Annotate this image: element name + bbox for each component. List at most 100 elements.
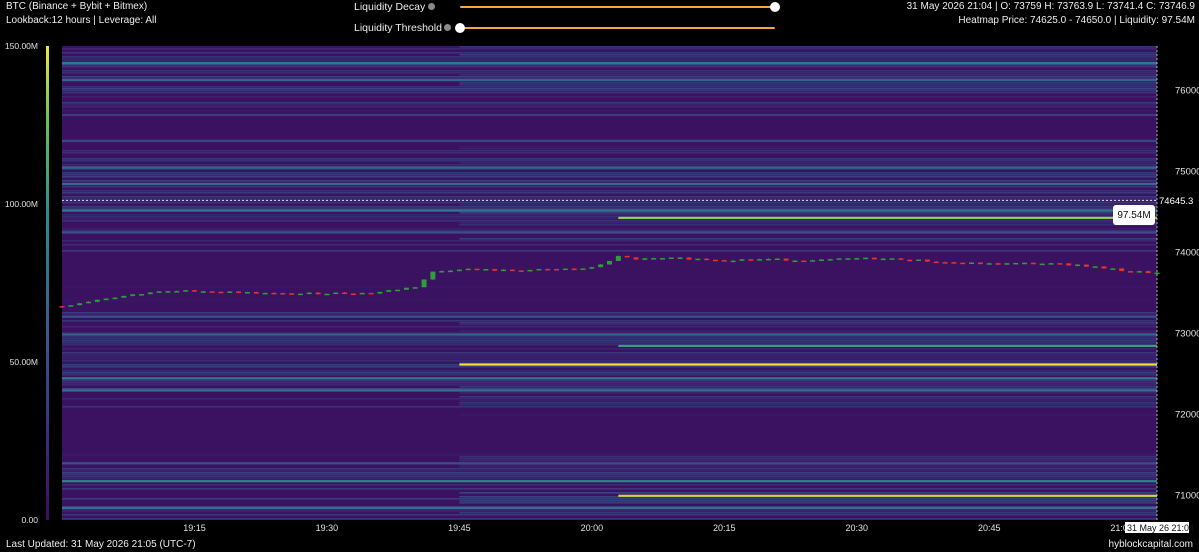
candle-down	[907, 259, 913, 262]
time-tick-label: 20:45	[978, 523, 1001, 533]
candle-up	[642, 258, 648, 260]
heatmap-row	[62, 56, 1157, 58]
heatmap-row	[62, 58, 1157, 60]
candle-up	[969, 262, 975, 265]
candle-up	[730, 260, 736, 263]
price-tick-label: 75000.0	[1175, 167, 1199, 178]
heatmap-row	[62, 382, 1157, 384]
candle-up	[854, 258, 860, 260]
candle-up	[598, 264, 604, 268]
heatmap-row	[62, 102, 1157, 104]
candle-up	[333, 292, 339, 295]
liquidity-band	[62, 480, 1157, 483]
heatmap-row	[62, 476, 1157, 478]
liquidation-heatmap-chart[interactable]: 0.00 50.00M 100.00M 150.00M 71000.0 72000.0 7…	[0, 0, 1199, 552]
candle-down	[1145, 271, 1151, 274]
heatmap-plot-area	[62, 46, 1157, 520]
liquidity-band	[62, 315, 1157, 318]
candle-down	[924, 259, 930, 262]
liquidity-band	[618, 216, 1157, 219]
heatmap-row	[62, 60, 1157, 62]
heatmap-row	[62, 86, 1157, 88]
candle-up	[1013, 262, 1019, 265]
candle-up	[1110, 268, 1116, 270]
heatmap-row	[62, 352, 1157, 354]
heatmap-row	[62, 70, 1157, 72]
heatmap-row	[459, 132, 1157, 134]
heatmap-row	[62, 192, 1157, 194]
heatmap-row	[62, 484, 1157, 486]
heatmap-row	[62, 302, 1157, 304]
heatmap-row	[62, 374, 1157, 376]
heatmap-row	[62, 372, 1157, 374]
heatmap-row	[62, 498, 1157, 500]
heatmap-row	[62, 48, 1157, 50]
candle-up	[85, 301, 91, 304]
heatmap-row	[62, 150, 1157, 152]
heatmap-row	[62, 472, 1157, 474]
candle-up	[916, 259, 922, 262]
heatmap-row	[62, 468, 1157, 470]
brand-link[interactable]: hyblockcapital.com	[1109, 539, 1193, 550]
heatmap-row	[62, 348, 1157, 350]
heatmap-row	[62, 398, 1157, 400]
candle-down	[898, 258, 904, 260]
heatmap-row	[62, 268, 1157, 270]
heatmap-row	[459, 330, 1157, 332]
candle-up	[262, 292, 268, 295]
candle-up	[845, 258, 851, 260]
candle-down	[871, 257, 877, 260]
heatmap-row	[459, 414, 1157, 416]
candle-up	[765, 258, 771, 261]
candle-up	[138, 294, 144, 296]
heatmap-row	[62, 208, 1157, 210]
candle-up	[863, 257, 869, 260]
candle-down	[942, 262, 948, 264]
candle-up	[986, 263, 992, 265]
liquidity-band	[62, 182, 1157, 185]
candle-up	[810, 260, 816, 262]
heatmap-row	[62, 452, 1157, 454]
candle-down	[951, 262, 957, 264]
candle-up	[1048, 263, 1054, 265]
liquidity-band	[459, 363, 1157, 366]
liquidity-band	[62, 389, 1157, 392]
heatmap-row	[62, 308, 1157, 310]
price-tick-label: 72000.0	[1175, 410, 1199, 421]
candle-up	[668, 257, 674, 260]
liquidity-band	[62, 113, 1157, 117]
candle-down	[977, 262, 983, 265]
heatmap-row	[62, 64, 1157, 66]
crosshair-time-label: 31 May 26 21:04	[1127, 523, 1194, 533]
heatmap-row	[62, 92, 1157, 94]
heatmap-row	[62, 454, 1157, 456]
liquidity-band	[62, 462, 1157, 465]
heatmap-row	[62, 196, 1157, 198]
heatmap-row	[459, 466, 1157, 468]
candle-up	[200, 291, 206, 293]
candle-up	[483, 269, 489, 271]
candle-up	[1075, 264, 1081, 267]
candle-down	[721, 260, 727, 262]
candle-down	[1083, 264, 1089, 267]
heatmap-row	[62, 202, 1157, 204]
heatmap-row	[62, 66, 1157, 68]
candle-up	[324, 293, 330, 296]
candle-up	[439, 271, 445, 273]
heatmap-row	[62, 176, 1157, 178]
candle-up	[430, 271, 436, 280]
candle-down	[748, 259, 754, 261]
liquidity-band	[618, 344, 1157, 347]
candle-down	[545, 268, 551, 271]
heatmap-row	[459, 392, 1157, 394]
candle-down	[271, 292, 277, 295]
candle-up	[94, 299, 100, 302]
heatmap-row	[62, 76, 1157, 78]
heatmap-row	[459, 362, 1157, 364]
candle-up	[1022, 262, 1028, 265]
heatmap-row	[62, 300, 1157, 302]
heatmap-row	[459, 84, 1157, 86]
candle-down	[783, 258, 789, 261]
heatmap-row	[62, 190, 1157, 192]
candle-up	[465, 268, 471, 271]
